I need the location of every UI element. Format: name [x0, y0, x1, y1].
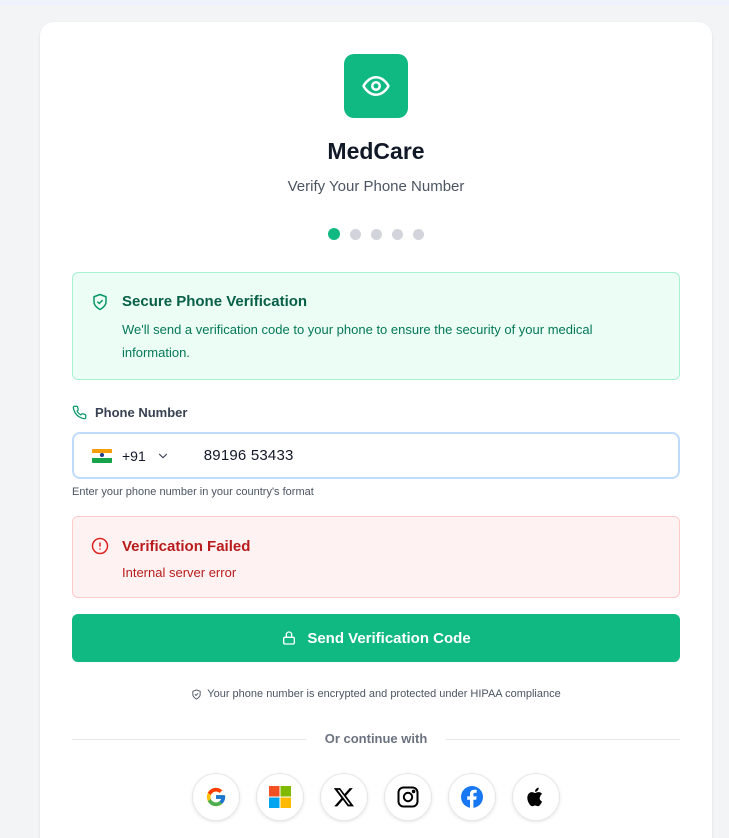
instagram-icon — [397, 786, 419, 808]
x-login-button[interactable] — [320, 773, 368, 821]
page-subtitle: Verify Your Phone Number — [287, 178, 465, 195]
facebook-login-button[interactable] — [448, 773, 496, 821]
instagram-login-button[interactable] — [384, 773, 432, 821]
app-logo — [344, 54, 408, 118]
india-flag-icon[interactable] — [92, 448, 112, 463]
step-dot-5 — [413, 228, 424, 240]
google-login-button[interactable] — [192, 773, 240, 821]
social-login-row — [40, 773, 712, 821]
info-description: We'll send a verification code to your p… — [122, 322, 593, 360]
social-divider: Or continue with — [72, 731, 680, 747]
lock-icon — [283, 631, 296, 645]
country-code-select[interactable]: +91 — [122, 448, 146, 464]
google-icon — [206, 787, 226, 807]
microsoft-icon — [269, 786, 291, 808]
step-indicator — [40, 228, 712, 240]
step-dot-4 — [392, 228, 403, 240]
chevron-down-icon[interactable] — [156, 449, 170, 463]
eye-icon — [362, 76, 390, 96]
info-title: Secure Phone Verification — [122, 293, 308, 310]
security-info-box: Secure Phone Verification We'll send a v… — [72, 272, 680, 380]
step-dot-3 — [371, 228, 382, 240]
hipaa-note: Your phone number is encrypted and prote… — [40, 688, 712, 700]
alert-circle-icon — [91, 537, 109, 555]
hipaa-note-text: Your phone number is encrypted and prote… — [207, 688, 561, 700]
send-verification-code-button[interactable]: Send Verification Code — [72, 614, 680, 662]
error-message: Internal server error — [122, 565, 237, 580]
facebook-icon — [461, 786, 483, 808]
verification-card: MedCare Verify Your Phone Number Secure … — [40, 22, 712, 838]
shield-check-icon — [93, 293, 107, 311]
shield-small-icon — [192, 688, 201, 700]
send-button-label: Send Verification Code — [307, 629, 471, 647]
step-dot-2 — [350, 228, 361, 240]
apple-icon — [527, 787, 543, 807]
microsoft-login-button[interactable] — [256, 773, 304, 821]
phone-icon — [72, 405, 87, 420]
step-dot-1 — [328, 228, 340, 240]
phone-input-group: +91 89196 53433 — [72, 432, 680, 479]
error-title: Verification Failed — [122, 538, 251, 555]
error-alert: Verification Failed Internal server erro… — [72, 516, 680, 598]
top-strip — [0, 0, 729, 6]
app-title: MedCare — [327, 138, 425, 164]
phone-label: Phone Number — [95, 405, 188, 420]
phone-label-row: Phone Number — [72, 405, 187, 420]
apple-login-button[interactable] — [512, 773, 560, 821]
phone-hint: Enter your phone number in your country'… — [72, 486, 314, 498]
phone-number-input[interactable]: 89196 53433 — [204, 447, 294, 464]
x-icon — [333, 788, 354, 807]
